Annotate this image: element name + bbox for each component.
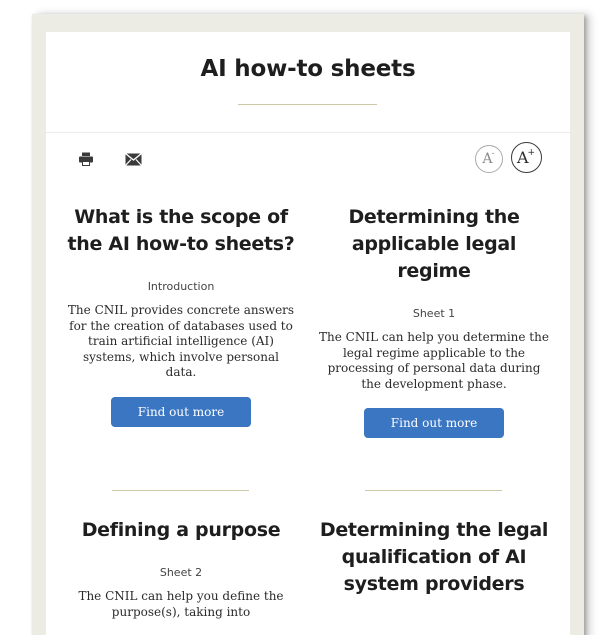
sheet-title: Determining the legal qualification of A… xyxy=(319,519,549,595)
decrease-font-symbol: - xyxy=(491,149,495,159)
section-separator xyxy=(112,490,249,491)
sheet-title: Determining the applicable legal regime xyxy=(348,206,520,282)
sheet-description: The CNIL can help you determine the lega… xyxy=(319,330,549,391)
sheet-tag: Sheet 2 xyxy=(159,566,203,579)
sheet-card-1: Determining the applicable legal regime … xyxy=(319,204,549,438)
sheet-description: The CNIL provides concrete answers for t… xyxy=(67,303,295,379)
increase-font-button[interactable]: A + xyxy=(511,142,542,173)
sheet-title: Defining a purpose xyxy=(81,519,281,541)
find-out-more-button[interactable]: Find out more xyxy=(364,408,504,438)
content-card: AI how-to sheets A- A + What is the scope… xyxy=(46,32,570,635)
find-out-more-button[interactable]: Find out more xyxy=(111,396,251,427)
sheet-description: The CNIL can help you define the purpose… xyxy=(78,589,284,619)
print-icon[interactable] xyxy=(78,151,94,167)
sheet-card-intro: What is the scope of the AI how-to sheet… xyxy=(66,204,296,427)
sheet-title: What is the scope of the AI how-to sheet… xyxy=(67,206,295,255)
mail-icon[interactable] xyxy=(125,153,142,166)
decrease-font-button[interactable]: A- xyxy=(475,145,503,173)
page-title: AI how-to sheets xyxy=(200,56,416,82)
sheet-card-2: Defining a purpose Sheet 2 The CNIL can … xyxy=(66,517,296,620)
sheet-tag: Sheet 1 xyxy=(412,307,456,320)
section-separator xyxy=(365,490,502,491)
increase-font-symbol: + xyxy=(527,147,536,158)
header-divider xyxy=(46,132,570,133)
sheet-card-3: Determining the legal qualification of A… xyxy=(319,517,549,598)
sheet-tag: Introduction xyxy=(147,280,215,293)
title-underline xyxy=(238,104,377,105)
